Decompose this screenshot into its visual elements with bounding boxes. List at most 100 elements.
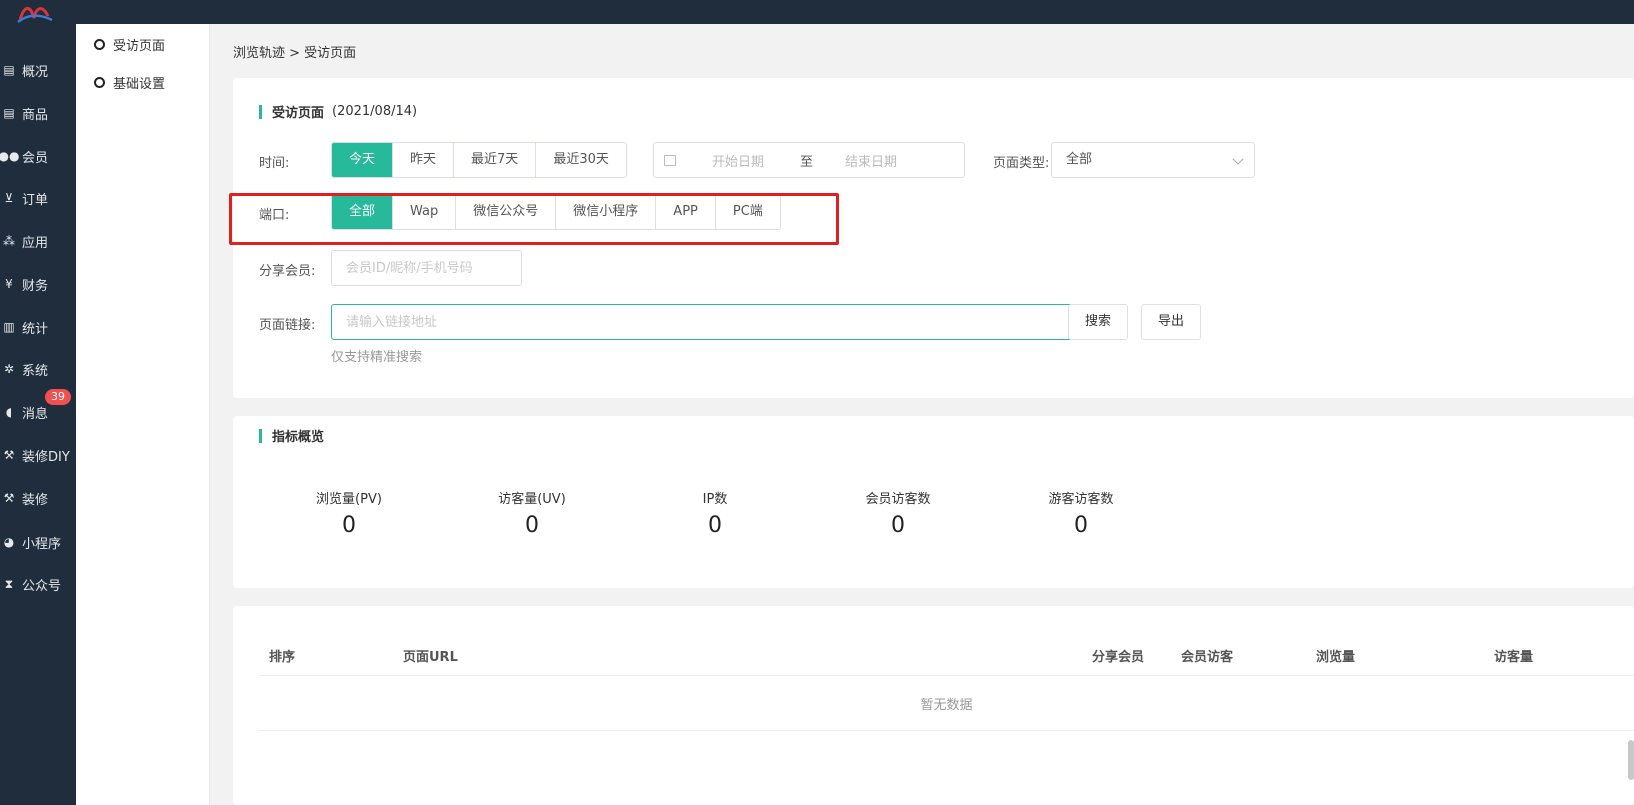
- metric-value: 0: [708, 513, 722, 538]
- share-member-input[interactable]: [331, 250, 522, 286]
- brand-logo[interactable]: [14, 0, 54, 24]
- page-link-input[interactable]: [331, 304, 1087, 340]
- calendar-icon: [664, 154, 676, 166]
- page-type-select[interactable]: 全部: [1051, 142, 1255, 178]
- breadcrumb: 浏览轨迹 > 受访页面: [233, 46, 357, 61]
- date-end-placeholder[interactable]: 结束日期: [845, 151, 897, 170]
- time-option-today[interactable]: 今天: [332, 143, 394, 177]
- comment-icon: ◖: [5, 405, 13, 419]
- archive-icon: ▤: [3, 63, 15, 77]
- sidebar-item-label: 装修: [22, 492, 49, 508]
- time-label: 时间:: [259, 156, 290, 171]
- search-button[interactable]: 搜索: [1068, 304, 1129, 340]
- yen-icon: ¥: [5, 277, 13, 291]
- metric-ip: IP数 0: [635, 488, 795, 538]
- metric-value: 0: [342, 513, 356, 538]
- sidebar-item-label: 商品: [22, 107, 49, 123]
- date-start-placeholder[interactable]: 开始日期: [712, 151, 764, 170]
- time-option-last7[interactable]: 最近7天: [454, 143, 537, 177]
- metric-value: 0: [891, 513, 905, 538]
- search-hint: 仅支持精准搜索: [331, 350, 423, 365]
- main-sidebar: ▤ 概况 ▤ 商品 ●● 会员 ⊻ 订单 ⁂ 应用 ¥ 财务 ▥ 统计 ✲ 系统…: [0, 24, 76, 805]
- sidebar-item-orders[interactable]: ⊻ 订单: [0, 180, 76, 216]
- metric-label: IP数: [702, 492, 728, 507]
- share-member-label: 分享会员:: [259, 264, 316, 279]
- sidebar-item-label: 订单: [22, 192, 49, 208]
- metric-value: 0: [1074, 513, 1088, 538]
- sidebar-item-miniprogram[interactable]: ◕ 小程序: [0, 524, 76, 560]
- time-option-last30[interactable]: 最近30天: [536, 143, 626, 177]
- table-bottom-divider: [259, 730, 1634, 731]
- table-header-divider: [259, 675, 1634, 676]
- gears-icon: ✲: [3, 362, 15, 376]
- sub-sidebar: 受访页面 基础设置: [76, 24, 210, 805]
- message-count-badge: 39: [45, 389, 71, 405]
- users-icon: ●●: [0, 149, 20, 163]
- sidebar-item-label: 会员: [22, 150, 49, 166]
- table-card: 排序 页面URL 分享会员 会员访客 浏览量 访客量 暂无数据: [233, 606, 1634, 805]
- metric-label: 会员访客数: [865, 492, 931, 507]
- sidebar-item-stats[interactable]: ▥ 统计: [0, 309, 76, 345]
- metrics-section-title: 指标概览: [259, 426, 324, 445]
- column-header-member-visitors[interactable]: 会员访客: [1181, 646, 1233, 665]
- sidebar-item-finance[interactable]: ¥ 财务: [0, 266, 76, 302]
- section-title-text: 指标概览: [272, 430, 325, 445]
- gavel-icon: ⚒: [3, 448, 15, 462]
- filter-section-title: 受访页面 (2021/08/14): [259, 102, 417, 121]
- sidebar-item-decor-diy[interactable]: ⚒ 装修DIY: [0, 437, 76, 473]
- column-header-rank[interactable]: 排序: [269, 646, 295, 665]
- sidebar-item-apps[interactable]: ⁂ 应用: [0, 223, 76, 259]
- sidebar-item-overview[interactable]: ▤ 概况: [0, 52, 76, 88]
- metric-label: 浏览量(PV): [316, 492, 382, 507]
- gavel-icon: ⚒: [3, 491, 15, 505]
- column-header-page-views[interactable]: 浏览量: [1316, 646, 1355, 665]
- sidebar-item-label: 公众号: [22, 578, 62, 594]
- archive-icon: ▤: [3, 106, 15, 120]
- cart-icon: ⊻: [4, 191, 14, 205]
- page-type-label: 页面类型:: [993, 156, 1050, 171]
- hourglass-icon: ⧗: [4, 576, 14, 591]
- top-bar: [0, 0, 1634, 24]
- sidebar-item-members[interactable]: ●● 会员: [0, 138, 76, 174]
- title-accent-bar: [259, 428, 262, 443]
- sidebar-item-label: 应用: [22, 235, 49, 251]
- circle-icon: [94, 39, 105, 50]
- subnav-item-basic-settings[interactable]: 基础设置: [94, 73, 165, 92]
- page-type-value: 全部: [1066, 152, 1093, 167]
- time-button-group: 今天 昨天 最近7天 最近30天: [331, 142, 627, 178]
- sidebar-item-label: 财务: [22, 278, 49, 294]
- sidebar-item-messages[interactable]: ◖ 消息 39: [0, 389, 76, 430]
- subnav-item-label: 基础设置: [113, 77, 166, 92]
- port-highlight-box: [229, 193, 839, 245]
- page-link-label: 页面链接:: [259, 318, 316, 333]
- cubes-icon: ⁂: [3, 234, 15, 248]
- sidebar-item-official-account[interactable]: ⧗ 公众号: [0, 566, 76, 602]
- column-header-share-member[interactable]: 分享会员: [1092, 646, 1144, 665]
- date-range-picker[interactable]: 开始日期 至 结束日期: [653, 142, 965, 178]
- metric-label: 游客访客数: [1048, 492, 1114, 507]
- export-button[interactable]: 导出: [1141, 304, 1202, 340]
- section-date: (2021/08/14): [332, 104, 418, 119]
- column-header-visitors[interactable]: 访客量: [1494, 646, 1533, 665]
- metric-guest-visitors: 游客访客数 0: [1001, 488, 1161, 538]
- sidebar-item-goods[interactable]: ▤ 商品: [0, 95, 76, 131]
- column-header-page-url[interactable]: 页面URL: [403, 646, 458, 665]
- time-option-yesterday[interactable]: 昨天: [393, 143, 455, 177]
- metric-pv: 浏览量(PV) 0: [269, 488, 429, 538]
- sidebar-item-system[interactable]: ✲ 系统: [0, 351, 76, 387]
- wechat-icon: ◕: [3, 535, 15, 549]
- sidebar-item-label: 概况: [22, 64, 49, 80]
- chevron-down-icon: [1232, 153, 1244, 165]
- title-accent-bar: [259, 104, 262, 119]
- circle-icon: [94, 77, 105, 88]
- sidebar-item-decor[interactable]: ⚒ 装修: [0, 480, 76, 516]
- metrics-card: 指标概览 浏览量(PV) 0 访客量(UV) 0 IP数 0 会员访客数 0 游…: [233, 416, 1634, 588]
- metric-member-visitors: 会员访客数 0: [818, 488, 978, 538]
- sidebar-item-label: 系统: [22, 363, 49, 379]
- section-title-text: 受访页面: [272, 106, 325, 121]
- sidebar-item-label: 装修DIY: [22, 449, 70, 465]
- metric-uv: 访客量(UV) 0: [452, 488, 612, 538]
- subnav-item-visited-pages[interactable]: 受访页面: [94, 35, 165, 54]
- page-scrollbar[interactable]: [1628, 740, 1634, 780]
- bar-chart-icon: ▥: [3, 320, 15, 334]
